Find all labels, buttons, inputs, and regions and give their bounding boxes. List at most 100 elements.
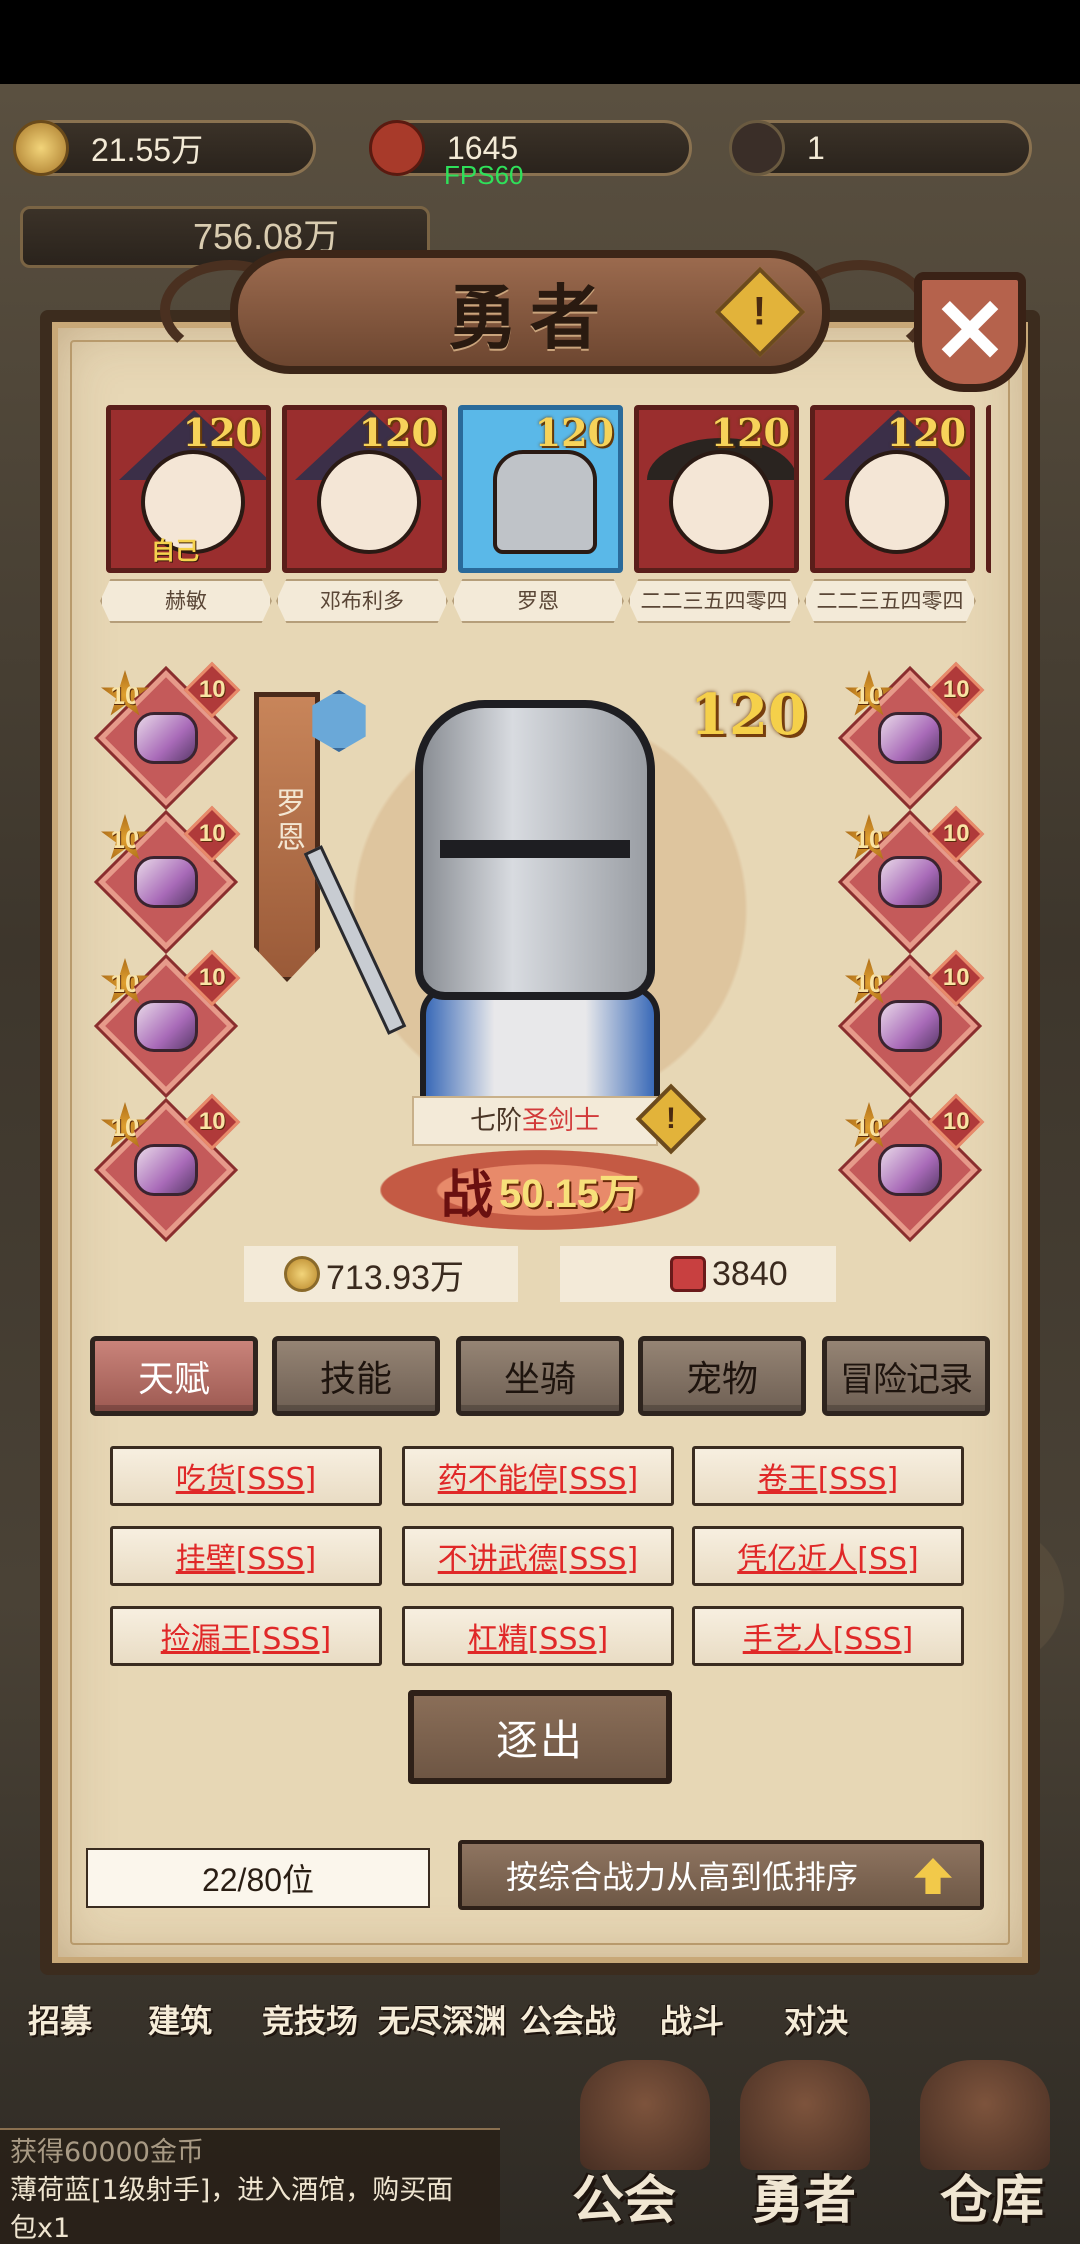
talent-item[interactable]: 挂壁[SSS] [110, 1526, 382, 1586]
power-value: 50.15万 [498, 1172, 640, 1216]
hero-gold: 713.93万 [244, 1246, 518, 1302]
panel-title: 勇者 [448, 275, 612, 359]
resource-bar: 21.55万 1645 1 [0, 84, 1080, 204]
tab-adventure-log[interactable]: 冒险记录 [822, 1336, 990, 1416]
hero-name: 二二三五四零四 [804, 579, 976, 623]
message-line: 薄荷蓝[1级射手]，进入酒馆，购买面 [10, 2175, 454, 2206]
sort-button[interactable]: 按综合战力从高到低排序 [458, 1840, 984, 1910]
hero-card-dumbledore[interactable]: 120 [282, 405, 447, 573]
tab-talent[interactable]: 天赋 [90, 1336, 258, 1416]
bottom-nav: 招募 建筑 竞技场 无尽深渊 公会战 战斗 对决 [0, 1996, 1080, 2056]
hero-name-banner: 罗恩 [254, 692, 320, 982]
level-value: 10 [198, 675, 226, 703]
gem-counter[interactable]: 1 [729, 120, 1032, 176]
hero-avatar [669, 450, 773, 554]
boots-icon [134, 1144, 198, 1196]
chest-armor-icon [134, 856, 198, 908]
hero-tokens: 3840 [560, 1246, 836, 1302]
equip-slot-ring[interactable]: 10 10 [842, 805, 985, 950]
nav-battle[interactable]: 战斗 [660, 1996, 724, 2042]
gold-value: 21.55万 [91, 132, 204, 168]
nav-heroes[interactable]: 勇者 [752, 2158, 856, 2233]
hero-name-vertical: 罗恩 [270, 787, 305, 855]
gem-value: 1 [807, 129, 825, 166]
helmet-icon [134, 1000, 198, 1052]
class-name: 圣剑士 [522, 1106, 601, 1136]
hero-name: 二二三五四零四 [628, 579, 800, 623]
talent-item[interactable]: 捡漏王[SSS] [110, 1606, 382, 1666]
equip-slot-boots[interactable]: 10 10 [98, 1093, 241, 1238]
level-value: 10 [942, 1107, 970, 1135]
hero-name: 罗恩 [452, 579, 624, 623]
tab-mount[interactable]: 坐骑 [456, 1336, 624, 1416]
equip-slot-helmet[interactable]: 10 10 [98, 949, 241, 1094]
hero-avatar [493, 450, 597, 554]
guild-icon [580, 2060, 710, 2170]
talent-item[interactable]: 手艺人[SSS] [692, 1606, 964, 1666]
fps-counter: FPS60 [444, 160, 524, 190]
talent-item[interactable]: 卷王[SSS] [692, 1446, 964, 1506]
talent-item[interactable]: 杠精[SSS] [402, 1606, 674, 1666]
hero-card-5[interactable]: 120 [810, 405, 975, 573]
equip-slot-cloak[interactable]: 10 10 [842, 1093, 985, 1238]
message-line: 获得60000金币 [10, 2137, 204, 2168]
helmet-visor [440, 840, 630, 858]
hero-card-4[interactable]: 120 [634, 405, 799, 573]
hero-card-ron-selected[interactable]: 120 [458, 405, 623, 573]
equip-slot-armor[interactable]: 10 10 [98, 805, 241, 950]
equip-slot-weapon[interactable]: 10 10 [98, 661, 241, 806]
medal-counter[interactable]: 1645 [369, 120, 692, 176]
hero-token-value: 3840 [712, 1254, 788, 1293]
tab-pet[interactable]: 宠物 [638, 1336, 806, 1416]
nav-guild-war[interactable]: 公会战 [520, 1996, 616, 2042]
message-line: 包x1 [10, 2213, 71, 2244]
nav-abyss[interactable]: 无尽深渊 [378, 1996, 506, 2042]
tab-skill[interactable]: 技能 [272, 1336, 440, 1416]
gold-counter[interactable]: 21.55万 [13, 120, 316, 176]
expel-button[interactable]: 逐出 [408, 1690, 672, 1784]
exclamation-icon: ! [666, 1102, 676, 1135]
hero-card-hermione[interactable]: 120 自己 [106, 405, 271, 573]
hero-level-large: 120 [690, 682, 807, 748]
arrow-up-icon [914, 1858, 952, 1894]
talent-item[interactable]: 不讲武德[SSS] [402, 1526, 674, 1586]
message-log: 获得60000金币 薄荷蓝[1级射手]，进入酒馆，购买面 包x1 [0, 2128, 500, 2244]
talent-item[interactable]: 凭亿近人[SS] [692, 1526, 964, 1586]
hero-level: 120 [534, 410, 614, 455]
sort-label: 按综合战力从高到低排序 [506, 1858, 859, 1896]
talent-item[interactable]: 吃货[SSS] [110, 1446, 382, 1506]
gem-icon [729, 120, 785, 176]
class-rank: 七阶 [469, 1106, 522, 1136]
level-value: 10 [198, 963, 226, 991]
power-label: 战 [440, 1164, 493, 1226]
nav-warehouse[interactable]: 仓库 [940, 2158, 1044, 2233]
hero-helmet-icon [740, 2060, 870, 2170]
hero-level: 120 [886, 410, 966, 455]
nav-guild[interactable]: 公会 [572, 2158, 676, 2233]
hero-level: 120 [182, 410, 262, 455]
self-tag: 自己 [151, 537, 199, 565]
talent-item[interactable]: 药不能停[SSS] [402, 1446, 674, 1506]
equip-slot-necklace[interactable]: 10 10 [842, 661, 985, 806]
equip-slot-bracer[interactable]: 10 10 [842, 949, 985, 1094]
gold-coin-icon [284, 1256, 320, 1292]
nav-building[interactable]: 建筑 [148, 1996, 212, 2042]
bracer-icon [878, 1000, 942, 1052]
hero-gold-value: 713.93万 [326, 1258, 464, 1297]
hero-level: 120 [710, 410, 790, 455]
medal-icon [369, 120, 425, 176]
hero-avatar [845, 450, 949, 554]
nav-duel[interactable]: 对决 [784, 1996, 848, 2042]
close-button[interactable]: ✕ [914, 272, 1026, 392]
token-icon [670, 1256, 706, 1292]
close-icon: ✕ [932, 282, 1008, 382]
hero-card-6-partial[interactable] [986, 405, 991, 573]
hero-name: 赫敏 [100, 579, 272, 623]
hero-list[interactable]: 120 自己 赫敏 120 邓布利多 120 罗恩 120 二二三五四零四 12… [98, 405, 991, 635]
cloak-icon [878, 1144, 942, 1196]
nav-recruit[interactable]: 招募 [28, 1996, 92, 2042]
wing-weapon-icon [134, 712, 198, 764]
nav-arena[interactable]: 竞技场 [262, 1996, 358, 2042]
warehouse-icon [920, 2060, 1050, 2170]
hero-power: 战 50.15万 [380, 1150, 700, 1230]
